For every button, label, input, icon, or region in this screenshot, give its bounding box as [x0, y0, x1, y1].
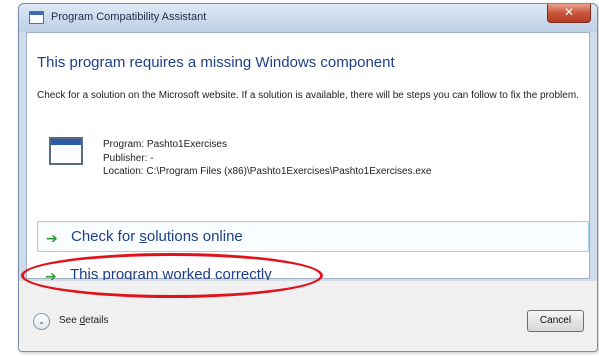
main-instruction-heading: This program requires a missing Windows … — [37, 54, 395, 71]
program-name: Program: Pashto1Exercises — [103, 139, 227, 150]
green-arrow-icon: ➔ — [46, 230, 58, 246]
program-location: Location: C:\Program Files (x86)\Pashto1… — [103, 166, 432, 177]
cancel-button[interactable]: Cancel — [527, 310, 584, 332]
title-bar: Program Compatibility Assistant ✕ — [19, 4, 597, 32]
dialog-content: This program requires a missing Windows … — [26, 32, 590, 284]
check-for-solutions-online-link[interactable]: ➔ Check for solutions online — [37, 221, 589, 252]
program-compatibility-assistant-window: Program Compatibility Assistant ✕ This p… — [18, 3, 598, 352]
dialog-footer: ⌄ See details Cancel — [19, 280, 597, 351]
expand-chevron-icon[interactable]: ⌄ — [33, 313, 50, 330]
window-app-icon — [29, 11, 44, 24]
program-publisher: Publisher: - — [103, 152, 154, 164]
check-for-solutions-label: Check for solutions online — [71, 228, 243, 245]
description-text: Check for a solution on the Microsoft we… — [37, 90, 579, 101]
program-window-icon — [49, 137, 83, 165]
see-details-link[interactable]: See details — [59, 315, 109, 326]
program-info: Program: Pashto1Exercises Publisher: - L… — [103, 138, 431, 179]
window-title: Program Compatibility Assistant — [51, 11, 207, 23]
close-button[interactable]: ✕ — [547, 4, 591, 23]
